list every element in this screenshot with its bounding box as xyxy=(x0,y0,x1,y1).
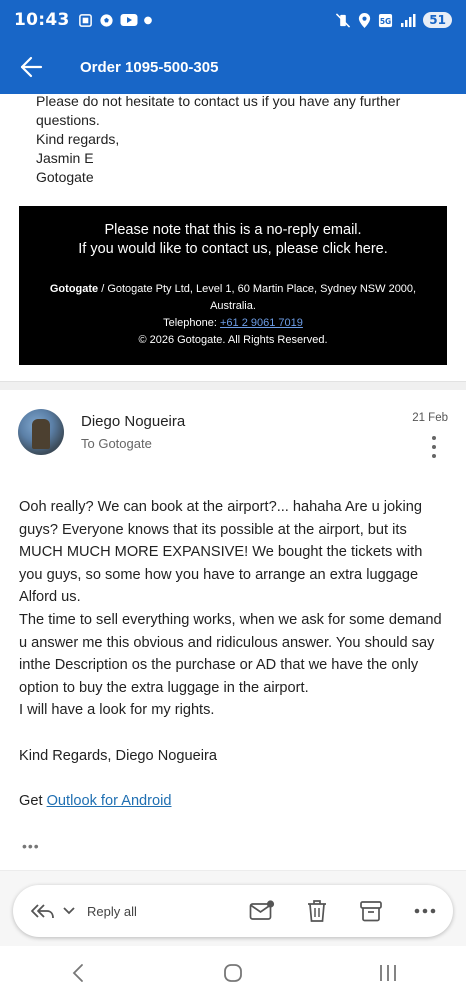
screenshot-icon xyxy=(78,13,92,27)
chevron-down-icon[interactable] xyxy=(63,907,75,915)
previous-message-line: Gotogate xyxy=(36,169,94,185)
nav-back-button[interactable] xyxy=(48,953,108,993)
mark-unread-button[interactable] xyxy=(248,897,276,925)
reply-all-icon xyxy=(31,904,54,919)
body-paragraph: The time to sell everything works, when … xyxy=(19,611,442,696)
company-details: / Gotogate Pty Ltd, Level 1, 60 Martin P… xyxy=(98,283,417,312)
show-quoted-text-button[interactable]: ••• xyxy=(22,838,40,854)
signal-icon xyxy=(401,14,416,27)
archive-icon xyxy=(360,901,382,922)
nav-home-button[interactable] xyxy=(203,953,263,993)
location-icon xyxy=(359,12,371,28)
previous-message-line: Jasmin E xyxy=(36,150,94,166)
svg-text:5G: 5G xyxy=(380,16,391,25)
trash-icon xyxy=(308,900,326,922)
sender-name: Diego Nogueira xyxy=(81,413,186,430)
telephone-label: Telephone: xyxy=(163,317,220,329)
archive-button[interactable] xyxy=(357,897,385,925)
message-body: Ooh really? We can book at the airport?.… xyxy=(19,496,447,812)
telephone-line: Telephone: +61 2 9061 7019 xyxy=(19,315,447,332)
body-paragraph: Ooh really? We can book at the airport?.… xyxy=(19,499,423,606)
no-reply-line: Please note that this is a no-reply emai… xyxy=(104,222,362,238)
action-bar: Reply all xyxy=(13,885,453,937)
outlook-promo-prefix: Get xyxy=(19,792,47,809)
system-navigation-bar xyxy=(0,946,466,1000)
nav-home-icon xyxy=(224,964,242,982)
youtube-icon xyxy=(120,14,138,26)
body-paragraph: I will have a look for my rights. xyxy=(19,702,215,719)
status-notification-icons: ● xyxy=(78,13,153,28)
nav-back-icon xyxy=(72,964,83,982)
message-date: 21 Feb xyxy=(412,412,448,424)
message-header[interactable]: Diego Nogueira To Gotogate 21 Feb xyxy=(0,400,466,470)
message-divider xyxy=(0,381,466,390)
copyright: © 2026 Gotogate. All Rights Reserved. xyxy=(138,334,328,346)
app-bar: Order 1095-500-305 xyxy=(0,40,466,94)
reply-all-label: Reply all xyxy=(87,903,137,919)
more-actions-button[interactable] xyxy=(411,897,439,925)
more-horizontal-icon xyxy=(414,908,436,914)
signature: Kind Regards, Diego Nogueira xyxy=(19,747,217,764)
5g-icon: 5G xyxy=(379,13,393,27)
avatar[interactable] xyxy=(18,409,64,455)
email-footer-box: Please note that this is a no-reply emai… xyxy=(19,206,447,365)
status-system-icons: 5G 51 xyxy=(335,12,452,28)
no-reply-note: Please note that this is a no-reply emai… xyxy=(19,221,447,259)
previous-message-line: Please do not hesitate to contact us if … xyxy=(36,94,401,109)
nav-recents-icon xyxy=(380,965,397,981)
battery-indicator: 51 xyxy=(423,12,452,28)
recipient-line: To Gotogate xyxy=(81,436,152,451)
company-address: Gotogate / Gotogate Pty Ltd, Level 1, 60… xyxy=(19,281,447,315)
dot-icon: ● xyxy=(143,14,153,26)
outlook-link[interactable]: Outlook for Android xyxy=(47,793,172,809)
status-time: 10:43 xyxy=(14,10,70,30)
more-vertical-icon[interactable] xyxy=(432,436,438,458)
mute-vibrate-icon xyxy=(336,12,351,28)
soccer-icon xyxy=(100,13,113,27)
previous-message-tail: Please do not hesitate to contact us if … xyxy=(36,94,436,187)
telephone-link[interactable]: +61 2 9061 7019 xyxy=(220,317,303,329)
reply-all-button[interactable]: Reply all xyxy=(31,885,137,937)
nav-recents-button[interactable] xyxy=(358,953,418,993)
back-button[interactable] xyxy=(0,40,62,94)
previous-message-line: Kind regards, xyxy=(36,131,120,147)
company-name: Gotogate xyxy=(49,283,99,295)
mail-unread-icon xyxy=(249,900,275,920)
action-area: Reply all xyxy=(0,870,466,946)
conversation-content[interactable]: Please do not hesitate to contact us if … xyxy=(0,94,466,880)
previous-message-line: questions. xyxy=(36,112,100,128)
outlook-promo: Get Outlook for Android xyxy=(19,790,447,813)
contact-link[interactable]: If you would like to contact us, please … xyxy=(19,240,447,259)
arrow-left-icon xyxy=(20,56,43,78)
page-title: Order 1095-500-305 xyxy=(80,58,219,76)
status-bar: 10:43 ● 5G 51 xyxy=(0,0,466,40)
delete-button[interactable] xyxy=(303,897,331,925)
